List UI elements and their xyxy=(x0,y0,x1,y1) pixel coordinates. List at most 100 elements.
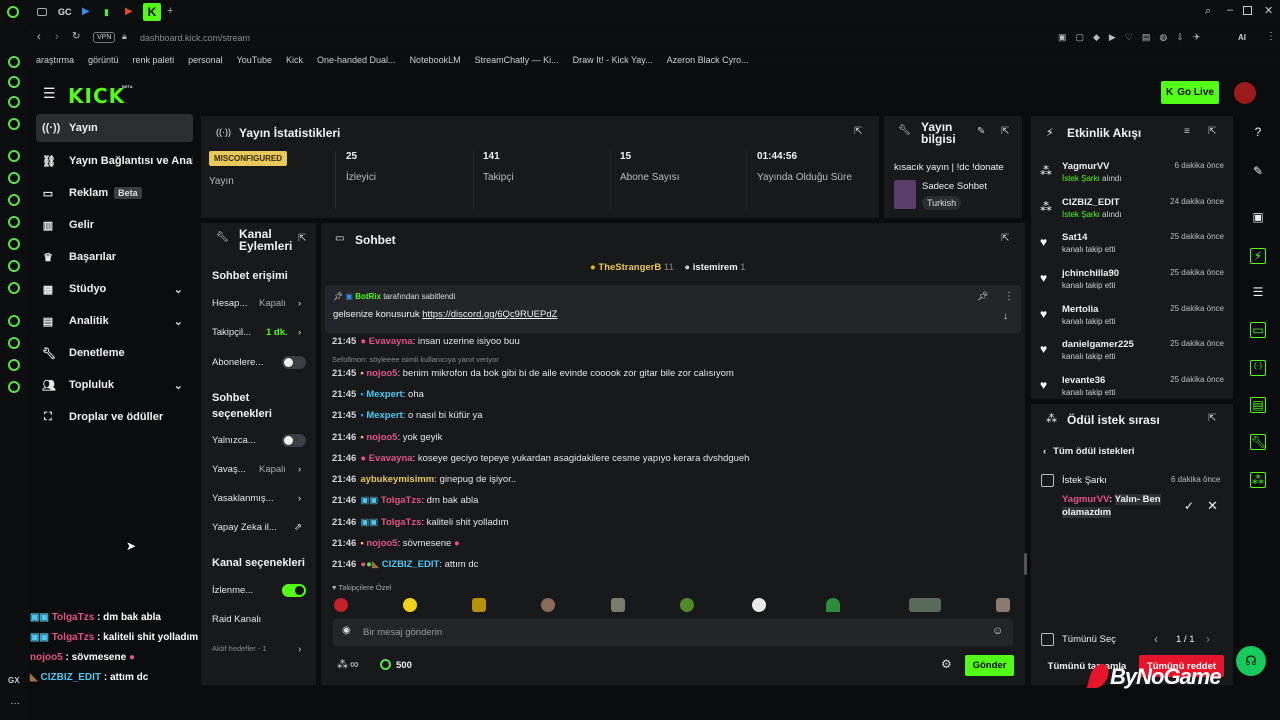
vpn-badge[interactable]: VPN xyxy=(93,32,116,43)
prev-page-icon[interactable]: ‹ xyxy=(1154,632,1158,646)
msg-user[interactable]: TolgaTzs xyxy=(381,495,421,506)
bookmark-item[interactable]: renk paleti xyxy=(133,55,175,65)
msg-user[interactable]: nojoo5 xyxy=(366,368,397,379)
sidebar-app-icon[interactable] xyxy=(8,76,20,88)
emote-icon[interactable] xyxy=(403,598,417,612)
chat-scrollbar[interactable] xyxy=(1024,553,1027,575)
sidebar-app-icon[interactable] xyxy=(8,216,20,228)
msg-user[interactable]: Evavayna xyxy=(369,453,413,464)
only-toggle[interactable] xyxy=(282,434,306,447)
edit-icon[interactable]: ✎ xyxy=(1250,164,1266,180)
send-button[interactable]: Gönder xyxy=(965,655,1014,676)
sidebar-app-icon[interactable] xyxy=(8,172,20,184)
ai-moderation-row[interactable]: Yapay Zeka il... ⇗ xyxy=(212,522,307,533)
sidebar-app-icon[interactable] xyxy=(8,118,20,130)
back-icon[interactable]: ‹ xyxy=(37,31,41,43)
bookmark-item[interactable]: Draw It! - Kick Yay... xyxy=(573,55,653,65)
sidebar-item-droplar[interactable]: ⛶ Droplar ve ödüller xyxy=(36,403,193,431)
emote-icon[interactable] xyxy=(752,598,766,612)
pinned-link[interactable]: https://discord.gg/6Qc9RUEPdZ xyxy=(422,309,557,320)
gear-icon[interactable]: ⚙ xyxy=(941,657,952,671)
back-link[interactable]: ‹ Tüm ödül istekleri xyxy=(1043,446,1134,457)
reward-checkbox[interactable] xyxy=(1041,474,1054,487)
msg-user[interactable]: nojoo5 xyxy=(366,538,397,549)
chevron-down-icon[interactable]: ⌄ xyxy=(174,315,183,328)
sidebar-app-icon[interactable] xyxy=(8,337,20,349)
support-icon[interactable]: ☊ xyxy=(1236,646,1266,676)
filter-icon[interactable]: ≡ xyxy=(1184,126,1190,137)
bookmark-item[interactable]: personal xyxy=(188,55,223,65)
sidebar-item-studyo[interactable]: ▦ Stüdyo ⌄ xyxy=(36,275,193,303)
hamburger-menu-icon[interactable]: ☰ xyxy=(43,85,56,102)
chevron-down-icon[interactable]: ⌄ xyxy=(174,283,183,296)
sidebar-item-yayin[interactable]: ((·)) Yayın xyxy=(36,114,193,142)
emote-icon[interactable] xyxy=(541,598,555,612)
emote-icon[interactable] xyxy=(472,598,486,612)
tab-gc[interactable]: GC xyxy=(58,7,72,17)
subs-only-toggle[interactable] xyxy=(282,356,306,369)
sidebar-app-icon[interactable] xyxy=(8,150,20,162)
search-icon[interactable]: ⌕ xyxy=(1205,5,1211,18)
collapse-icon[interactable]: ↓ xyxy=(1003,311,1008,322)
emote-icon[interactable] xyxy=(826,598,840,612)
popout-icon[interactable]: ⇱ xyxy=(1001,126,1009,137)
go-live-button[interactable]: K Go Live xyxy=(1161,81,1219,104)
active-goals-row[interactable]: Aktif hedefler - 1 › xyxy=(212,644,307,655)
minimize-icon[interactable]: – xyxy=(1227,4,1233,16)
sidebar-item-topluluk[interactable]: 👥︎ Topluluk ⌄ xyxy=(36,371,193,399)
kick-logo[interactable]: KICK xyxy=(68,84,125,108)
reload-icon[interactable]: ↻ xyxy=(72,31,80,42)
msg-user[interactable]: Mexpert xyxy=(366,389,402,400)
unpin-icon[interactable]: 📌︎ xyxy=(977,291,988,302)
chat-icon[interactable]: ▭ xyxy=(1250,322,1266,338)
sidebar-app-icon[interactable] xyxy=(8,194,20,206)
reject-icon[interactable]: ✕ xyxy=(1207,498,1218,514)
bookmark-item[interactable]: YouTube xyxy=(237,55,272,65)
ai-icon[interactable]: AI xyxy=(1238,33,1246,42)
raid-row[interactable]: Raid Kanalı xyxy=(212,614,307,625)
tab-bars-icon[interactable]: ▮ xyxy=(104,7,109,18)
popout-icon[interactable]: ⇱ xyxy=(854,126,862,137)
gx-icon[interactable]: GX xyxy=(8,676,20,685)
watching-toggle[interactable] xyxy=(282,584,306,597)
extension-icons[interactable]: ▣▢◆▶♡▤◍⇩✈ xyxy=(1058,32,1209,43)
emote-icon[interactable] xyxy=(611,598,625,612)
sidebar-app-icon[interactable] xyxy=(8,359,20,371)
emoji-icon[interactable]: ☺ xyxy=(992,625,1003,637)
forward-icon[interactable]: › xyxy=(55,31,59,43)
sidebar-item-analitik[interactable]: ▤ Analitik ⌄ xyxy=(36,307,193,335)
maximize-icon[interactable] xyxy=(1243,6,1252,15)
more-icon[interactable]: ⋮ xyxy=(1004,291,1014,302)
avatar[interactable] xyxy=(1234,82,1256,104)
sidebar-app-icon[interactable] xyxy=(8,260,20,272)
sidebar-item-basarilar[interactable]: ♛ Başarılar xyxy=(36,243,193,271)
emote-icon[interactable] xyxy=(334,598,348,612)
edit-icon[interactable]: ✎ xyxy=(977,126,985,137)
chat-badge-icon[interactable]: ◉ xyxy=(342,625,351,636)
sidebar-item-reklam[interactable]: ▭ Reklam Beta xyxy=(36,179,193,207)
reward-icon[interactable]: ⁂ xyxy=(1250,472,1266,488)
emote-icon[interactable] xyxy=(680,598,694,612)
sidebar-item-stream-link[interactable]: ⛓ Yayın Bağlantısı ve Anahtar xyxy=(36,147,193,175)
bookmark-item[interactable]: StreamChatly — Ki... xyxy=(475,55,559,65)
msg-user[interactable]: CIZBIZ_EDIT xyxy=(382,559,440,570)
tab-red-icon[interactable]: ▶ xyxy=(125,6,133,17)
bookmark-item[interactable]: NotebookLM xyxy=(410,55,461,65)
list-icon[interactable]: ☰ xyxy=(1250,285,1266,301)
account-age-row[interactable]: Hesap... Kapalı › xyxy=(212,298,307,309)
popout-icon[interactable]: ⇱ xyxy=(1001,233,1009,244)
next-page-icon[interactable]: › xyxy=(1206,632,1210,646)
popout-icon[interactable]: ⇱ xyxy=(1208,413,1216,424)
wrench-icon[interactable]: 🔧︎ xyxy=(1250,434,1266,450)
sidebar-item-denetleme[interactable]: 🔧︎ Denetleme xyxy=(36,339,193,367)
sidebar-app-icon[interactable] xyxy=(8,282,20,294)
emote-icon[interactable] xyxy=(909,598,941,612)
emote-icon[interactable] xyxy=(996,598,1010,612)
bookmark-item[interactable]: Kick xyxy=(286,55,303,65)
msg-user[interactable]: aybukeymisimm xyxy=(360,474,434,485)
msg-user[interactable]: Mexpert xyxy=(366,410,402,421)
close-icon[interactable]: ✕ xyxy=(1264,4,1273,17)
new-tab-icon[interactable]: + xyxy=(167,5,173,17)
help-icon[interactable]: ? xyxy=(1250,125,1266,141)
more-icon[interactable]: … xyxy=(10,696,20,707)
